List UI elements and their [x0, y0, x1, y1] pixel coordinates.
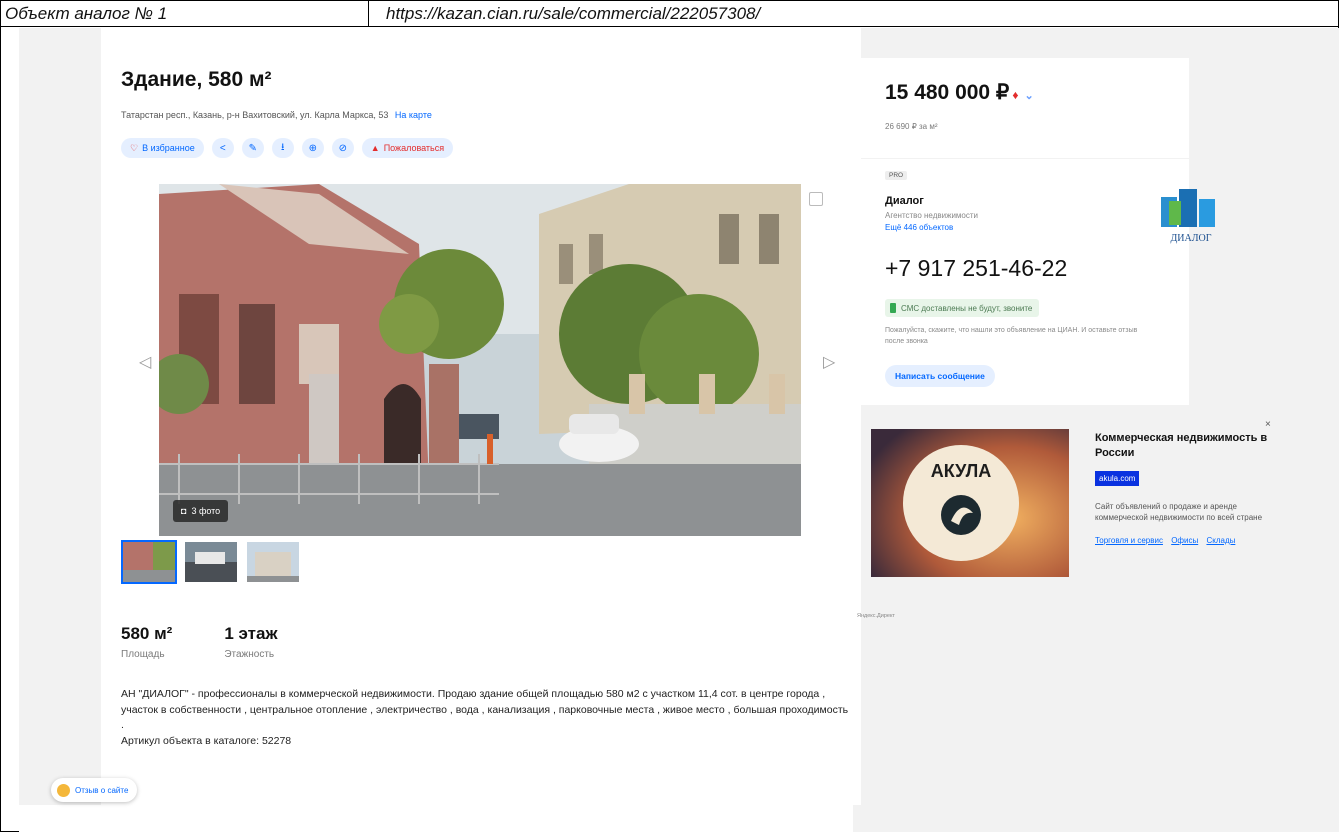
thumbnail-2-image: [185, 542, 237, 582]
ad-description: Сайт объявлений о продаже и аренде комме…: [1095, 502, 1263, 522]
download-icon: ⭳: [281, 141, 285, 153]
favorite-button[interactable]: ♡ В избранное: [121, 138, 204, 158]
advertisement: АКУЛА × Коммерческая недвижимость в Росс…: [855, 405, 1271, 601]
cian-notice: Пожалуйста, скажите, что нашли это объяв…: [885, 327, 1138, 345]
price-down-icon[interactable]: ♦: [1012, 88, 1018, 102]
phone-number[interactable]: +7 917 251-46-22: [885, 255, 1067, 282]
print-icon: ⊕: [308, 142, 317, 154]
ad-link-warehouses[interactable]: Склады: [1206, 536, 1235, 545]
agent-card: PRO Диалог Агентство недвижимости Ещё 44…: [855, 159, 1215, 405]
thumbnail-2[interactable]: [183, 540, 239, 584]
ad-links: Торговля и сервис Офисы Склады: [1095, 535, 1273, 547]
print-button[interactable]: ⊕: [301, 138, 324, 158]
chevron-down-icon[interactable]: ⌄: [1024, 90, 1033, 102]
sms-note-text: СМС доставлены не будут, звоните: [901, 303, 1033, 313]
stat-area: 580 м² Площадь: [121, 624, 172, 660]
write-message-button[interactable]: Написать сообщение: [885, 365, 995, 387]
document-header-row: Объект аналог № 1 https://kazan.cian.ru/…: [1, 1, 1338, 27]
description-text: АН "ДИАЛОГ" - профессионалы в коммерческ…: [121, 688, 849, 731]
ad-source[interactable]: Яндекс.Директ: [857, 613, 895, 619]
ad-title[interactable]: Коммерческая недвижимость в России: [1095, 431, 1273, 461]
listing-description: АН "ДИАЛОГ" - профессионалы в коммерческ…: [121, 687, 851, 749]
ad-image[interactable]: АКУЛА: [871, 429, 1069, 577]
ad-close-icon[interactable]: ×: [1265, 419, 1271, 430]
smile-icon: [57, 783, 70, 797]
heart-icon: ♡: [130, 142, 139, 153]
thumbnail-3[interactable]: [245, 540, 301, 584]
camera-icon: ◘: [181, 506, 187, 516]
building-photo: [159, 184, 801, 536]
area-value: 580 м²: [121, 624, 173, 643]
document-table: Объект аналог № 1 https://kazan.cian.ru/…: [0, 0, 1339, 832]
listing-title: Здание, 580 м²: [121, 68, 272, 91]
analog-label: Объект аналог № 1: [1, 1, 369, 26]
hide-button[interactable]: ⊘: [331, 138, 354, 158]
main-photo[interactable]: ◘ 3 фото: [159, 184, 801, 536]
ad-link-trade[interactable]: Торговля и сервис: [1095, 536, 1163, 545]
feedback-label: Отзыв о сайте: [75, 785, 129, 795]
share-button[interactable]: <: [211, 138, 234, 158]
price: 15 480 000 ₽ ♦ ⌄: [885, 80, 1034, 105]
pencil-icon: ✎: [248, 142, 257, 154]
floors-value: 1 этаж: [224, 624, 278, 643]
price-value: 15 480 000 ₽: [885, 81, 1010, 104]
thumbnail-1-image: [123, 542, 175, 582]
prev-arrow-icon[interactable]: ◁: [139, 352, 151, 372]
stat-floors: 1 этаж Этажность: [224, 624, 277, 660]
thumbnail-strip: [121, 540, 301, 584]
photo-gallery: ◁ ◘ 3 фото ▷: [121, 184, 847, 536]
complain-label: Пожаловаться: [383, 143, 445, 153]
dialog-logo-icon: ДИАЛОГ: [1161, 189, 1215, 244]
hide-icon: ⊘: [338, 142, 347, 154]
edit-note-button[interactable]: ✎: [241, 138, 264, 158]
area-label: Площадь: [121, 649, 165, 660]
share-icon: <: [219, 142, 226, 154]
download-button[interactable]: ⭳: [271, 138, 294, 158]
ad-link-offices[interactable]: Офисы: [1171, 536, 1198, 545]
price-per-meter: 26 690 ₽ за м²: [885, 122, 938, 131]
favorite-label: В избранное: [142, 143, 195, 153]
listing-address: Татарстан респ., Казань, р-н Вахитовский…: [121, 110, 432, 120]
photo-count-label: 3 фото: [191, 506, 221, 516]
next-arrow-icon[interactable]: ▷: [823, 352, 835, 372]
warning-icon: ▲: [370, 143, 380, 153]
logo-text: ДИАЛОГ: [1170, 233, 1211, 244]
agent-more-link[interactable]: Ещё 446 объектов: [885, 223, 953, 232]
ad-image-text: АКУЛА: [931, 461, 992, 481]
article-number: Артикул объекта в каталоге: 52278: [121, 734, 292, 747]
complain-button[interactable]: ▲ Пожаловаться: [361, 138, 454, 158]
thumbnail-1[interactable]: [121, 540, 177, 584]
agent-logo[interactable]: ДИАЛОГ: [1155, 187, 1221, 244]
feedback-button[interactable]: Отзыв о сайте: [51, 778, 138, 802]
listing-screenshot: Здание, 580 м² Татарстан респ., Казань, …: [19, 28, 1339, 832]
agent-name[interactable]: Диалог: [885, 195, 924, 207]
sms-note: СМС доставлены не будут, звоните: [885, 299, 1040, 317]
main-card-bottom: [19, 805, 853, 832]
expand-icon[interactable]: [809, 192, 823, 206]
photo-count-badge[interactable]: ◘ 3 фото: [173, 500, 229, 522]
map-link[interactable]: На карте: [395, 110, 432, 120]
ad-domain[interactable]: akula.com: [1095, 471, 1140, 486]
price-card: 15 480 000 ₽ ♦ ⌄ 26 690 ₽ за м²: [855, 58, 1189, 158]
agent-type: Агентство недвижимости: [885, 211, 978, 220]
thumbnail-3-image: [247, 542, 299, 582]
source-url: https://kazan.cian.ru/sale/commercial/22…: [386, 4, 761, 23]
key-stats: 580 м² Площадь 1 этаж Этажность: [121, 624, 278, 660]
floors-label: Этажность: [224, 649, 275, 660]
address-text: Татарстан респ., Казань, р-н Вахитовский…: [121, 110, 389, 120]
akula-ad-image: АКУЛА: [871, 429, 1069, 577]
pro-badge: PRO: [885, 171, 908, 180]
action-bar: ♡ В избранное < ✎ ⭳ ⊕ ⊘ ▲ Пожаловаться: [121, 138, 454, 158]
phone-icon: [890, 303, 896, 313]
